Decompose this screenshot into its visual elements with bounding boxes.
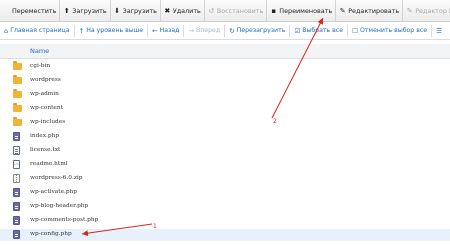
annotation-label-1: 1 <box>153 223 157 230</box>
annotation-label-2: 2 <box>273 118 277 125</box>
annotation-overlay <box>81 17 324 237</box>
annotation-arrow-2 <box>271 17 324 119</box>
annotation-arrow-1 <box>81 223 153 237</box>
